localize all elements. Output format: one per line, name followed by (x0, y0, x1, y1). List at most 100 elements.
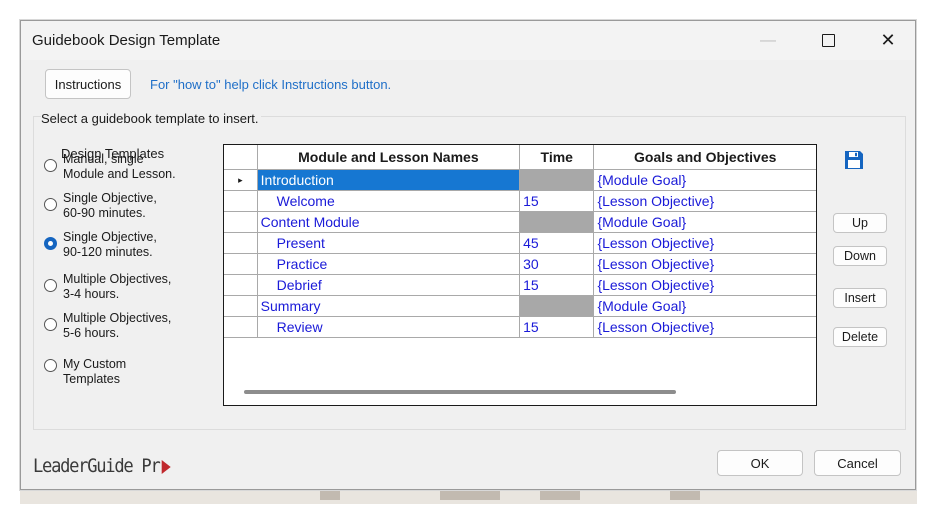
grid-row[interactable]: Present 45 {Lesson Objective} (224, 232, 816, 254)
row-header[interactable] (224, 274, 258, 296)
template-option-line1: My Custom Templates (63, 357, 127, 386)
template-option-label: Single Objective, 90-120 minutes. (63, 230, 183, 260)
cell-time[interactable]: 45 (519, 232, 595, 254)
cell-name[interactable]: Content Module (256, 211, 521, 233)
close-button[interactable]: ✕ (859, 21, 917, 60)
instructions-button[interactable]: Instructions (45, 69, 131, 99)
template-option[interactable]: Single Objective, 60-90 minutes. (44, 191, 183, 221)
row-header[interactable] (224, 295, 258, 317)
template-option-line2: 5-6 hours. (63, 326, 120, 340)
grid-body: ▸ Introduction {Module Goal} Welcome 15 {Less… (224, 169, 816, 338)
row-header-corner (224, 145, 258, 170)
row-header[interactable] (224, 316, 258, 338)
template-option-line2: Module and Lesson. (63, 167, 176, 181)
grid-row[interactable]: ▸ Introduction {Module Goal} (224, 169, 816, 191)
minimize-icon: — (760, 31, 776, 49)
template-option-label: Manual, single Module and Lesson. (63, 152, 183, 182)
down-button[interactable]: Down (833, 246, 887, 266)
cell-goal[interactable]: {Lesson Objective} (593, 190, 816, 212)
save-icon[interactable] (843, 149, 865, 171)
close-icon: ✕ (880, 30, 896, 50)
cell-time[interactable]: 30 (519, 253, 595, 275)
ok-button[interactable]: OK (717, 450, 803, 476)
template-option-line1: Manual, single (63, 152, 144, 166)
radio-button[interactable] (44, 318, 57, 331)
maximize-button[interactable] (799, 21, 857, 60)
desktop-background (20, 488, 917, 504)
template-table: Module and Lesson Names Time Goals and O… (224, 145, 816, 338)
grid-row[interactable]: Practice 30 {Lesson Objective} (224, 253, 816, 275)
template-grid[interactable]: Module and Lesson Names Time Goals and O… (223, 144, 817, 406)
current-row-indicator-icon[interactable]: ▸ (224, 169, 258, 191)
template-option-label: Multiple Objectives, 5-6 hours. (63, 311, 183, 341)
template-option[interactable]: Multiple Objectives, 5-6 hours. (44, 311, 183, 341)
cell-time[interactable]: 15 (519, 190, 595, 212)
grid-row[interactable]: Welcome 15 {Lesson Objective} (224, 190, 816, 212)
cell-time[interactable]: 15 (519, 316, 595, 338)
select-template-label: Select a guidebook template to insert. (41, 111, 261, 126)
radio-button[interactable] (44, 198, 57, 211)
cell-name[interactable]: Present (256, 232, 521, 254)
grid-row[interactable]: Debrief 15 {Lesson Objective} (224, 274, 816, 296)
cell-goal[interactable]: {Module Goal} (593, 295, 816, 317)
template-option[interactable]: Manual, single Module and Lesson. (44, 152, 183, 182)
column-header-goals[interactable]: Goals and Objectives (593, 145, 816, 170)
template-option-label: My Custom Templates (63, 357, 183, 387)
template-option-line1: Single Objective, (63, 191, 157, 205)
insert-button[interactable]: Insert (833, 288, 887, 308)
cell-name[interactable]: Introduction (256, 169, 521, 191)
radio-button[interactable] (44, 359, 57, 372)
cell-time[interactable] (519, 295, 595, 317)
cell-goal[interactable]: {Lesson Objective} (593, 274, 816, 296)
column-header-names[interactable]: Module and Lesson Names (256, 145, 521, 170)
logo-mark-icon (161, 459, 171, 474)
grid-header-row: Module and Lesson Names Time Goals and O… (224, 145, 816, 170)
template-option-label: Multiple Objectives, 3-4 hours. (63, 272, 183, 302)
cell-goal[interactable]: {Module Goal} (593, 169, 816, 191)
cell-name[interactable]: Review (256, 316, 521, 338)
delete-button[interactable]: Delete (833, 327, 887, 347)
dialog-window: Guidebook Design Template — ✕ Instructio… (20, 20, 916, 490)
cell-time[interactable]: 15 (519, 274, 595, 296)
help-text: For "how to" help click Instructions but… (150, 77, 392, 92)
cell-name[interactable]: Debrief (256, 274, 521, 296)
title-bar[interactable]: Guidebook Design Template — ✕ (21, 21, 915, 60)
cell-time[interactable] (519, 169, 595, 191)
cell-name[interactable]: Summary (256, 295, 521, 317)
minimize-button[interactable]: — (739, 21, 797, 60)
radio-button[interactable] (44, 159, 57, 172)
cell-goal[interactable]: {Lesson Objective} (593, 253, 816, 275)
cell-goal[interactable]: {Lesson Objective} (593, 232, 816, 254)
grid-row[interactable]: Content Module {Module Goal} (224, 211, 816, 233)
template-option-line2: 60-90 minutes. (63, 206, 146, 220)
column-header-time[interactable]: Time (519, 145, 595, 170)
radio-button[interactable] (44, 237, 57, 250)
cell-name[interactable]: Practice (256, 253, 521, 275)
template-option-line1: Multiple Objectives, (63, 272, 172, 286)
template-option-line1: Multiple Objectives, (63, 311, 172, 325)
cell-time[interactable] (519, 211, 595, 233)
cancel-button[interactable]: Cancel (814, 450, 901, 476)
cell-goal[interactable]: {Lesson Objective} (593, 316, 816, 338)
grid-row[interactable]: Review 15 {Lesson Objective} (224, 316, 816, 338)
up-button[interactable]: Up (833, 213, 887, 233)
template-option-line1: Single Objective, (63, 230, 157, 244)
cell-name[interactable]: Welcome (256, 190, 521, 212)
template-option[interactable]: Single Objective, 90-120 minutes. (44, 230, 183, 260)
window-title: Guidebook Design Template (32, 32, 221, 49)
grid-row[interactable]: Summary {Module Goal} (224, 295, 816, 317)
row-header[interactable] (224, 190, 258, 212)
template-option[interactable]: My Custom Templates (44, 357, 183, 387)
row-header[interactable] (224, 211, 258, 233)
logo-text: LeaderGuide Pr (33, 455, 161, 477)
template-option[interactable]: Multiple Objectives, 3-4 hours. (44, 272, 183, 302)
cell-goal[interactable]: {Module Goal} (593, 211, 816, 233)
template-option-line2: 3-4 hours. (63, 287, 120, 301)
row-header[interactable] (224, 232, 258, 254)
maximize-icon (821, 34, 835, 47)
horizontal-scrollbar[interactable] (244, 390, 676, 394)
template-option-label: Single Objective, 60-90 minutes. (63, 191, 183, 221)
template-option-line2: 90-120 minutes. (63, 245, 153, 259)
radio-button[interactable] (44, 279, 57, 292)
row-header[interactable] (224, 253, 258, 275)
